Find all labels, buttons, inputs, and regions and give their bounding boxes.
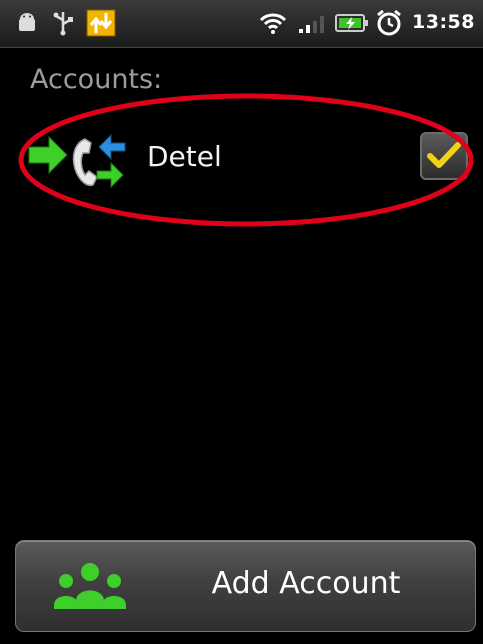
sip-call-icon [28,133,126,189]
android-debug-icon [14,9,40,37]
status-time: 13:58 [412,11,475,33]
battery-charging-icon [335,9,369,37]
accounts-header: Accounts: [30,64,163,95]
wifi-icon [258,9,288,37]
usb-icon [50,9,76,37]
add-account-label: Add Account [211,566,401,601]
sync-notification-icon [86,9,116,37]
checkmark-icon [427,142,461,168]
alarm-clock-icon [374,9,404,37]
account-enabled-checkbox[interactable] [420,132,468,180]
signal-icon [296,9,330,37]
add-account-button[interactable]: Add Account [15,540,476,632]
add-users-icon [54,563,126,609]
account-name: Detel [147,140,222,173]
status-bar: 13:58 [0,0,483,48]
